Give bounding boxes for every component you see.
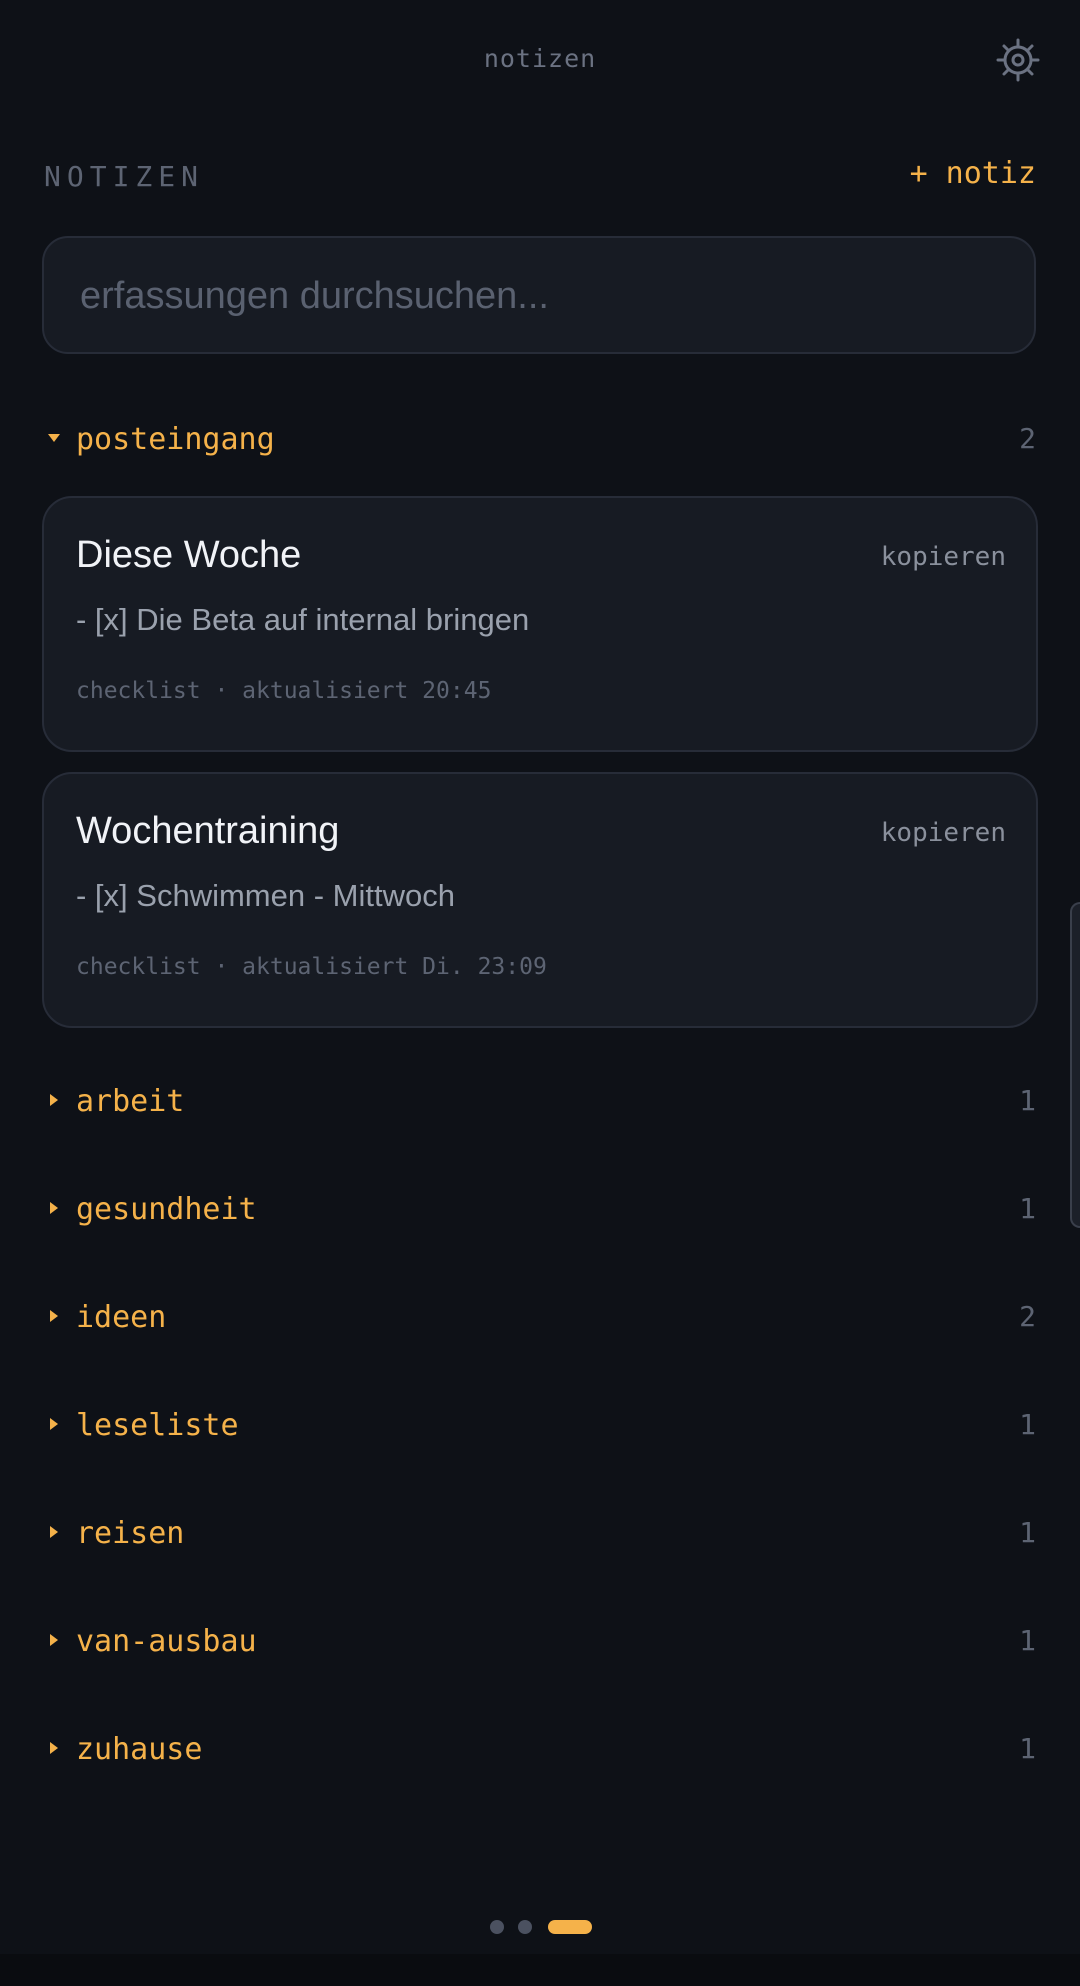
group-count: 1 xyxy=(1019,1084,1036,1117)
caret-right-icon xyxy=(50,1310,58,1322)
gear-icon[interactable] xyxy=(994,36,1042,84)
group-name: leseliste xyxy=(76,1408,239,1443)
group-row-posteingang[interactable]: posteingang 2 xyxy=(44,420,1036,464)
group-count: 1 xyxy=(1019,1408,1036,1441)
page-dot[interactable] xyxy=(518,1920,532,1934)
add-note-button[interactable]: + notiz xyxy=(910,156,1036,191)
group-row-gesundheit[interactable]: gesundheit 1 xyxy=(44,1190,1036,1234)
group-row-van-ausbau[interactable]: van-ausbau 1 xyxy=(44,1622,1036,1666)
bottom-strip xyxy=(0,1954,1080,1986)
note-preview: - [x] Schwimmen - Mittwoch xyxy=(76,878,455,913)
group-name: zuhause xyxy=(76,1732,203,1767)
caret-right-icon xyxy=(50,1094,58,1106)
group-name: posteingang xyxy=(76,422,275,457)
note-meta: checklist · aktualisiert 20:45 xyxy=(76,678,492,704)
group-count: 1 xyxy=(1019,1732,1036,1765)
top-bar: notizen xyxy=(0,0,1080,120)
group-row-ideen[interactable]: ideen 2 xyxy=(44,1298,1036,1342)
page-dot-active[interactable] xyxy=(548,1920,592,1934)
copy-button[interactable]: kopieren xyxy=(881,542,1006,572)
note-card[interactable]: Wochentraining kopieren - [x] Schwimmen … xyxy=(42,772,1038,1028)
group-count: 1 xyxy=(1019,1192,1036,1225)
caret-right-icon xyxy=(50,1742,58,1754)
note-title: Wochentraining xyxy=(76,810,340,852)
note-title: Diese Woche xyxy=(76,534,302,576)
search-input[interactable] xyxy=(78,238,1002,354)
group-name: gesundheit xyxy=(76,1192,257,1227)
caret-right-icon xyxy=(50,1634,58,1646)
group-name: arbeit xyxy=(76,1084,185,1119)
copy-button[interactable]: kopieren xyxy=(881,818,1006,848)
caret-right-icon xyxy=(50,1526,58,1538)
page-indicator xyxy=(0,1918,1080,1938)
group-count: 1 xyxy=(1019,1516,1036,1549)
group-row-leseliste[interactable]: leseliste 1 xyxy=(44,1406,1036,1450)
group-name: van-ausbau xyxy=(76,1624,257,1659)
caret-down-icon xyxy=(48,434,60,442)
caret-right-icon xyxy=(50,1202,58,1214)
note-preview: - [x] Die Beta auf internal bringen xyxy=(76,602,530,637)
app-title: notizen xyxy=(483,44,597,73)
group-count: 2 xyxy=(1019,1300,1036,1333)
section-title: NOTIZEN xyxy=(44,160,205,193)
group-row-arbeit[interactable]: arbeit 1 xyxy=(44,1082,1036,1126)
group-name: reisen xyxy=(76,1516,185,1551)
note-card[interactable]: Diese Woche kopieren - [x] Die Beta auf … xyxy=(42,496,1038,752)
caret-right-icon xyxy=(50,1418,58,1430)
group-name: ideen xyxy=(76,1300,167,1335)
section-header: NOTIZEN + notiz xyxy=(44,156,1036,196)
group-row-zuhause[interactable]: zuhause 1 xyxy=(44,1730,1036,1774)
group-count: 2 xyxy=(1019,422,1036,455)
group-count: 1 xyxy=(1019,1624,1036,1657)
page-dot[interactable] xyxy=(490,1920,504,1934)
scrollbar[interactable] xyxy=(1070,902,1080,1228)
note-meta: checklist · aktualisiert Di. 23:09 xyxy=(76,954,547,980)
group-row-reisen[interactable]: reisen 1 xyxy=(44,1514,1036,1558)
search-box xyxy=(42,236,1036,354)
